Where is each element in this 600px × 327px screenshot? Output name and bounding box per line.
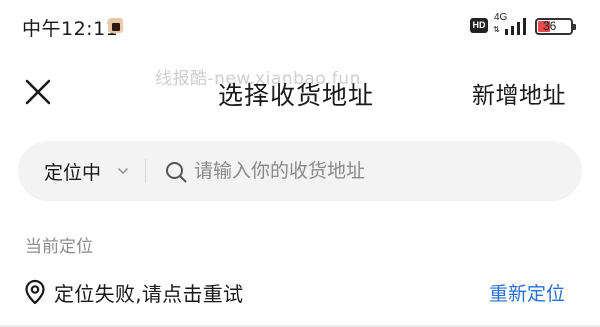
battery-percent: 36 bbox=[543, 19, 557, 33]
add-address-button[interactable]: 新增地址 bbox=[472, 76, 566, 110]
page-title: 选择收货地址 bbox=[218, 81, 375, 110]
close-icon[interactable] bbox=[22, 76, 54, 108]
signal-icon bbox=[505, 18, 526, 35]
data-arrows-icon: ⇅ bbox=[493, 25, 500, 34]
relocate-button[interactable]: 重新定位 bbox=[489, 279, 565, 306]
status-time: 中午12:11 bbox=[22, 18, 119, 40]
search-icon bbox=[166, 162, 187, 183]
address-search-input[interactable] bbox=[194, 155, 564, 187]
chevron-down-icon[interactable] bbox=[117, 165, 129, 177]
app-notification-icon bbox=[108, 18, 123, 33]
current-location-label: 当前定位 bbox=[25, 237, 93, 257]
hd-icon: HD bbox=[470, 18, 488, 33]
status-bar: 中午12:11 HD 4G ⇅ 36 bbox=[0, 0, 600, 52]
location-selector[interactable]: 定位中 bbox=[44, 158, 101, 185]
battery-tip bbox=[573, 24, 576, 30]
location-pin-icon bbox=[25, 279, 45, 305]
search-bar: 定位中 bbox=[18, 141, 582, 201]
battery-icon: 36 bbox=[535, 18, 576, 35]
location-failed-retry[interactable]: 定位失败,请点击重试 bbox=[54, 278, 243, 307]
search-divider bbox=[145, 159, 146, 183]
